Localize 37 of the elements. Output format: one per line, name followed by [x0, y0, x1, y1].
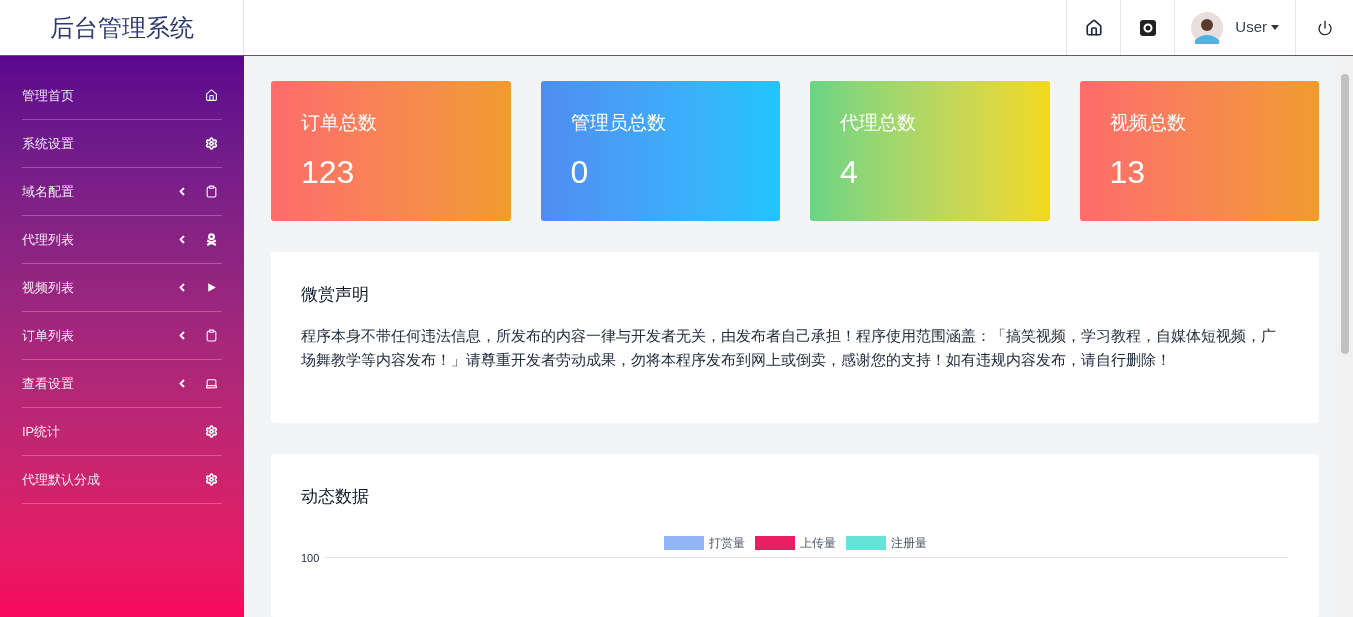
play-icon — [205, 281, 218, 294]
caret-icon — [1271, 25, 1279, 30]
notice-text: 程序本身不带任何违法信息，所发布的内容一律与开发者无关，由发布者自己承担！程序使用范围涵盖：「搞笑视频，学习教程，自媒体短视频，广场舞教学等内容发布！」请尊重开发者劳动成果，勿将本程序发布到网上或倒卖，感谢您的支持！如有违规内容发布，请自行删除！ — [301, 325, 1277, 370]
power-icon — [1316, 19, 1333, 36]
gear-icon — [205, 425, 218, 438]
notice-title: 微赏声明 — [301, 284, 370, 306]
sidebar-item[interactable]: 管理首页 — [22, 72, 222, 120]
home-icon — [1084, 18, 1103, 37]
stat-card: 管理员总数 0 — [540, 81, 780, 221]
sidebar-item[interactable]: 订单列表 — [22, 312, 222, 360]
sidebar-item[interactable]: 系统设置 — [22, 120, 222, 168]
avatar — [1191, 11, 1224, 44]
brand-title: 后台管理系统 — [49, 12, 194, 43]
stat-card: 代理总数 4 — [810, 81, 1050, 221]
chart-title: 动态数据 — [301, 486, 370, 508]
legend-label: 上传量 — [799, 534, 836, 552]
legend-label: 注册量 — [890, 534, 927, 552]
sidebar-item[interactable]: 代理列表 — [22, 216, 222, 264]
sidebar-item[interactable]: 代理默认分成 — [22, 456, 222, 504]
sidebar-item[interactable]: IP统计 — [22, 408, 222, 456]
clipboard-icon — [205, 329, 218, 342]
settings-icon — [1138, 18, 1157, 37]
legend-label: 打赏量 — [708, 534, 745, 552]
sidebar-item[interactable]: 视频列表 — [22, 264, 222, 312]
sidebar-item[interactable]: 域名配置 — [22, 168, 222, 216]
axis-tick-label: 100 — [301, 550, 320, 566]
person-icon — [205, 233, 218, 246]
sidebar-item[interactable]: 查看设置 — [22, 360, 222, 408]
gear-icon — [205, 473, 218, 486]
gear-icon — [205, 137, 218, 150]
user-menu[interactable]: User — [1174, 0, 1296, 55]
clipboard-icon — [205, 185, 218, 198]
stat-card: 视频总数 13 — [1079, 81, 1319, 221]
scroll-bar[interactable] — [1336, 56, 1353, 617]
laptop-icon — [205, 377, 218, 390]
stat-card: 订单总数 123 — [271, 81, 511, 221]
home-icon — [205, 89, 218, 102]
